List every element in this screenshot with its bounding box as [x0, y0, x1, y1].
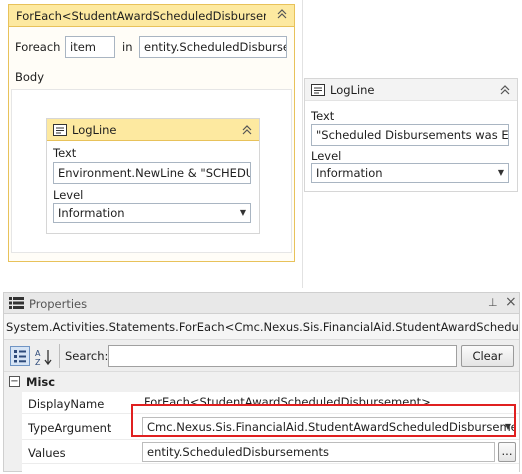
collapse-up-icon[interactable] [241, 124, 253, 139]
clear-button[interactable]: Clear [461, 345, 514, 367]
search-input[interactable] [108, 345, 457, 367]
properties-toolbar: AZ Search: Clear [4, 340, 519, 372]
properties-panel: Properties ⊥ × System.Activities.Stateme… [3, 292, 520, 472]
properties-icon [9, 296, 24, 313]
logline-activity-icon [52, 122, 68, 141]
pin-icon[interactable]: ⊥ [488, 296, 498, 309]
right-level-label: Level [311, 149, 342, 163]
properties-title: Properties [29, 297, 88, 311]
foreach-title: ForEach<StudentAwardScheduledDisburser [16, 9, 266, 23]
dropdown-arrow-icon[interactable]: ▼ [240, 204, 246, 222]
alphabetical-sort-icon[interactable]: AZ [35, 348, 55, 369]
right-level-value: Information [316, 166, 383, 180]
misc-category-row[interactable]: − Misc [4, 373, 519, 391]
foreach-body-area[interactable]: LogLine Text Environment.NewLine & "SCHE… [11, 89, 292, 253]
inner-level-value: Information [58, 206, 125, 220]
inner-text-label: Text [53, 146, 77, 160]
workflow-designer-canvas[interactable]: ForEach<StudentAwardScheduledDisburser F… [0, 0, 522, 288]
property-name: DisplayName [28, 397, 105, 411]
right-logline-header[interactable]: LogLine [305, 79, 517, 101]
right-logline-title: LogLine [330, 83, 375, 97]
categorized-sort-icon[interactable] [10, 346, 30, 366]
svg-text:Z: Z [35, 358, 41, 366]
inner-logline-title: LogLine [72, 123, 117, 137]
inner-level-select[interactable]: Information ▼ [53, 203, 251, 223]
values-expression-input[interactable]: entity.ScheduledDisburser [139, 36, 287, 58]
property-value-values[interactable]: entity.ScheduledDisbursements [142, 442, 495, 462]
collapse-up-icon[interactable] [276, 8, 288, 23]
annotation-highlight-box [131, 404, 516, 437]
foreach-header[interactable]: ForEach<StudentAwardScheduledDisburser [9, 5, 294, 27]
search-label: Search: [65, 349, 109, 363]
property-name: TypeArgument [28, 421, 112, 435]
misc-category-label: Misc [26, 375, 56, 389]
values-browse-button[interactable]: ... [498, 442, 516, 462]
dropdown-arrow-icon[interactable]: ▼ [498, 164, 504, 182]
right-logline-activity[interactable]: LogLine Text "Scheduled Disbursements wa… [304, 78, 518, 192]
item-variable-input[interactable]: item [65, 36, 115, 58]
inner-logline-header[interactable]: LogLine [47, 119, 259, 141]
selected-object-type: System.Activities.Statements.ForEach<Cmc… [4, 314, 519, 340]
inner-text-input[interactable]: Environment.NewLine & "SCHEDUL [53, 162, 251, 184]
body-label: Body [15, 70, 45, 84]
property-row-values[interactable]: Values entity.ScheduledDisbursements ... [22, 440, 519, 464]
toolbar-separator [59, 344, 60, 368]
foreach-label: Foreach [15, 40, 61, 54]
canvas-divider [302, 0, 303, 288]
foreach-activity[interactable]: ForEach<StudentAwardScheduledDisburser F… [8, 4, 295, 262]
svg-text:A: A [35, 349, 41, 358]
collapse-up-icon[interactable] [499, 84, 511, 99]
logline-activity-icon [310, 82, 326, 101]
close-icon[interactable]: × [505, 294, 517, 310]
collapse-category-icon[interactable]: − [9, 376, 20, 387]
in-label: in [122, 40, 133, 54]
right-text-input[interactable]: "Scheduled Disbursements was Emp [311, 124, 509, 146]
right-text-label: Text [311, 109, 335, 123]
inner-logline-activity[interactable]: LogLine Text Environment.NewLine & "SCHE… [46, 118, 260, 234]
property-name: Values [28, 446, 66, 460]
properties-title-bar[interactable]: Properties ⊥ × [4, 293, 519, 314]
right-level-select[interactable]: Information ▼ [311, 163, 509, 183]
inner-level-label: Level [53, 188, 84, 202]
